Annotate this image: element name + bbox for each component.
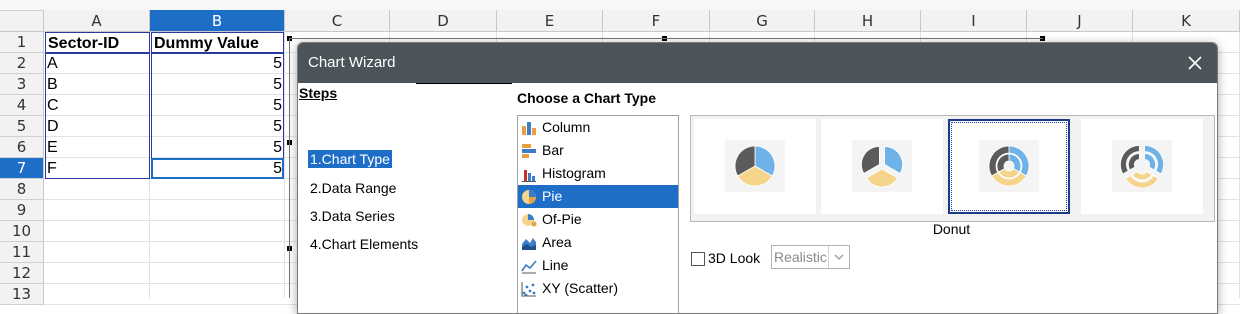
chart-variant-option[interactable] bbox=[1081, 119, 1203, 214]
column-chart-icon bbox=[521, 120, 537, 136]
area-chart-icon bbox=[521, 235, 537, 251]
column-header[interactable]: I bbox=[921, 10, 1027, 32]
cell-b[interactable]: 5 bbox=[151, 53, 284, 74]
chart-type-bar[interactable]: Bar bbox=[518, 139, 678, 162]
select-all-corner[interactable] bbox=[0, 10, 44, 32]
choose-chart-type-heading: Choose a Chart Type bbox=[517, 90, 656, 106]
dialog-title: Chart Wizard bbox=[308, 54, 396, 71]
chart-type-of-pie[interactable]: Of-Pie bbox=[518, 208, 678, 231]
cell-a[interactable]: B bbox=[45, 74, 150, 95]
chart-wizard-dialog: Chart Wizard Steps 1.Chart Type 2.Data Ra… bbox=[297, 42, 1218, 314]
cell-a[interactable]: D bbox=[45, 116, 150, 137]
row-header[interactable]: 11 bbox=[0, 242, 44, 263]
cell-b[interactable]: 5 bbox=[151, 116, 284, 137]
cell-a[interactable]: A bbox=[45, 53, 150, 74]
row-header[interactable]: 6 bbox=[0, 137, 44, 158]
row-header[interactable]: 3 bbox=[0, 74, 44, 95]
step-item[interactable]: 4.Chart Elements bbox=[308, 235, 420, 253]
scatter-chart-icon bbox=[521, 281, 537, 297]
three-d-look-checkbox[interactable] bbox=[691, 252, 705, 266]
chart-variant-gallery bbox=[690, 115, 1215, 222]
chevron-down-icon bbox=[828, 246, 849, 268]
bar-chart-icon bbox=[521, 143, 537, 159]
close-icon[interactable] bbox=[1181, 49, 1209, 77]
chart-type-list[interactable]: Column Bar Histogram Pie Of-Pie Area Line XY (S… bbox=[517, 115, 679, 313]
chart-type-line[interactable]: Line bbox=[518, 254, 678, 277]
histogram-chart-icon bbox=[521, 166, 537, 182]
chart-type-xy-scatter[interactable]: XY (Scatter) bbox=[518, 277, 678, 300]
chart-type-label: Histogram bbox=[542, 165, 606, 181]
steps-divider bbox=[416, 83, 512, 84]
column-header[interactable]: C bbox=[285, 10, 390, 32]
step-item[interactable]: 2.Data Range bbox=[308, 179, 398, 197]
selected-variant-name: Donut bbox=[932, 221, 971, 237]
cell-b[interactable]: 5 bbox=[151, 158, 284, 179]
column-header[interactable]: D bbox=[390, 10, 497, 32]
cell-a[interactable]: F bbox=[45, 158, 150, 179]
chart-frame-border bbox=[289, 38, 290, 298]
column-header[interactable]: A bbox=[44, 10, 150, 32]
chart-type-label: XY (Scatter) bbox=[542, 280, 618, 296]
cell-b[interactable]: 5 bbox=[151, 74, 284, 95]
line-chart-icon bbox=[521, 258, 537, 274]
chart-type-label: Line bbox=[542, 257, 569, 273]
row-header[interactable]: 8 bbox=[0, 179, 44, 200]
cell-a[interactable]: C bbox=[45, 95, 150, 116]
cell-b[interactable]: 5 bbox=[151, 137, 284, 158]
chart-type-area[interactable]: Area bbox=[518, 231, 678, 254]
chart-type-label: Column bbox=[542, 119, 591, 135]
grid-line bbox=[284, 32, 285, 298]
chart-type-label: Area bbox=[542, 234, 572, 250]
chart-variant-option[interactable] bbox=[821, 119, 943, 214]
three-d-look-label[interactable]: 3D Look bbox=[708, 250, 760, 266]
chart-type-column[interactable]: Column bbox=[518, 116, 678, 139]
row-header[interactable]: 7 bbox=[0, 158, 44, 179]
row-header[interactable]: 5 bbox=[0, 116, 44, 137]
cell-a1[interactable]: Sector-ID bbox=[45, 32, 150, 53]
column-header[interactable]: E bbox=[497, 10, 603, 32]
row-header[interactable]: 12 bbox=[0, 263, 44, 284]
cell-b[interactable]: 5 bbox=[151, 95, 284, 116]
row-header[interactable]: 10 bbox=[0, 221, 44, 242]
dialog-titlebar[interactable]: Chart Wizard bbox=[298, 43, 1217, 83]
cell-b1[interactable]: Dummy Value bbox=[151, 32, 284, 53]
pie-chart-icon bbox=[521, 189, 537, 205]
column-header[interactable]: G bbox=[710, 10, 815, 32]
chart-type-label: Of-Pie bbox=[542, 211, 582, 227]
three-d-style-value: Realistic bbox=[774, 249, 827, 265]
row-header[interactable]: 9 bbox=[0, 200, 44, 221]
row-header[interactable]: 13 bbox=[0, 284, 44, 305]
chart-frame-border bbox=[289, 38, 1043, 39]
chart-variant-option[interactable] bbox=[694, 119, 816, 214]
chart-type-histogram[interactable]: Histogram bbox=[518, 162, 678, 185]
step-item[interactable]: 1.Chart Type bbox=[308, 150, 392, 168]
column-header[interactable]: F bbox=[603, 10, 710, 32]
cell-a[interactable]: E bbox=[45, 137, 150, 158]
column-header[interactable]: B bbox=[150, 10, 285, 32]
step-item[interactable]: 3.Data Series bbox=[308, 207, 397, 225]
three-d-style-select[interactable]: Realistic bbox=[771, 245, 850, 269]
column-header[interactable]: K bbox=[1133, 10, 1240, 32]
chart-type-pie[interactable]: Pie bbox=[518, 185, 678, 208]
chart-type-label: Bar bbox=[542, 142, 564, 158]
steps-heading: Steps bbox=[299, 85, 338, 101]
chart-variant-option[interactable] bbox=[948, 119, 1070, 214]
row-header[interactable]: 2 bbox=[0, 53, 44, 74]
chart-type-label: Pie bbox=[542, 188, 563, 204]
of-pie-chart-icon bbox=[521, 212, 537, 228]
row-header[interactable]: 4 bbox=[0, 95, 44, 116]
column-header[interactable]: H bbox=[815, 10, 921, 32]
column-header[interactable]: J bbox=[1027, 10, 1133, 32]
row-header[interactable]: 1 bbox=[0, 32, 44, 53]
